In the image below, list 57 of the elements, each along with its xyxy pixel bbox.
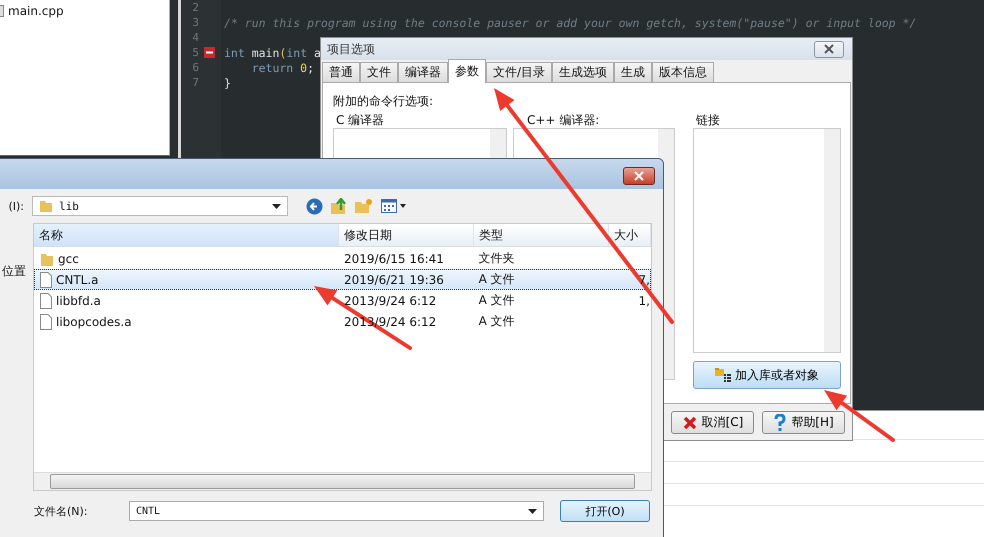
code-line: /* run this program using the console pauser or add your own getch, system("pause") or input loop */ (224, 16, 916, 30)
help-button[interactable]: 帮助[H] (762, 411, 845, 434)
caret-icon (272, 204, 281, 208)
code-line: return 0; (250, 60, 314, 74)
tab[interactable]: 编译器 (398, 62, 448, 82)
tab[interactable]: 生成选项 (552, 62, 614, 82)
column-header[interactable]: 修改日期 (339, 224, 474, 246)
folder-icon (39, 199, 53, 213)
view-menu-button[interactable] (381, 199, 407, 213)
column-header[interactable]: 类型 (474, 224, 609, 246)
open-button[interactable]: 打开(O) (560, 500, 650, 522)
caret-icon (528, 508, 537, 514)
horizontal-scrollbar[interactable] (34, 472, 651, 490)
column-label: 链接 (695, 112, 721, 128)
tree-item[interactable]: main.cpp (0, 1, 169, 21)
close-icon (682, 414, 698, 430)
column-header[interactable]: 大小 (609, 224, 651, 246)
cancel-button[interactable]: 取消[C] (671, 411, 754, 434)
window-title: 项目选项 (327, 40, 375, 58)
tab[interactable]: 文件 (360, 62, 398, 82)
question-mark-icon (773, 414, 788, 432)
column-label: C++ 编译器: (526, 112, 600, 128)
add-library-button[interactable]: 加入库或者对象 (693, 361, 841, 389)
tab[interactable]: 文件/目录 (486, 62, 552, 82)
up-folder-icon[interactable] (331, 198, 347, 214)
line-number: 3 (191, 16, 199, 29)
vertical-scrollbar[interactable] (824, 129, 840, 352)
collapse-icon[interactable] (204, 47, 214, 58)
folder-list-icon (715, 368, 731, 382)
look-in-dropdown[interactable]: lib (32, 196, 288, 216)
line-number: 5 (191, 46, 199, 59)
file-icon (40, 314, 52, 330)
look-in-label: (I): (7, 200, 24, 212)
tab[interactable]: 生成 (614, 62, 652, 82)
close-button[interactable] (623, 167, 655, 185)
tab[interactable]: 参数 (448, 59, 486, 83)
tab[interactable]: 版本信息 (652, 62, 714, 82)
file-row[interactable]: libbfd.a 2013/9/24 6:12 A 文件 1, (34, 290, 651, 311)
line-number: 7 (191, 76, 199, 89)
code-line: int main(int a (224, 46, 321, 60)
file-name-label: 文件名(N): (33, 504, 89, 518)
tab[interactable]: 普通 (322, 62, 360, 82)
section-label: 附加的命令行选项: (333, 93, 434, 110)
file-name-field[interactable]: CNTL (129, 501, 544, 521)
close-icon (823, 44, 835, 54)
file-icon (40, 292, 52, 308)
close-button[interactable] (814, 40, 844, 58)
code-line: } (224, 76, 231, 90)
file-icon (40, 272, 52, 288)
column-header[interactable]: 名称 (34, 224, 339, 246)
line-number: 2 (191, 1, 199, 14)
places-label: 位置 (1, 263, 27, 280)
line-number: 4 (191, 31, 199, 44)
column-label: C 编译器 (335, 112, 386, 128)
close-icon (633, 171, 645, 181)
file-row[interactable]: gcc 2019/6/15 16:41 文件夹 (34, 248, 651, 269)
line-number: 6 (191, 61, 199, 74)
